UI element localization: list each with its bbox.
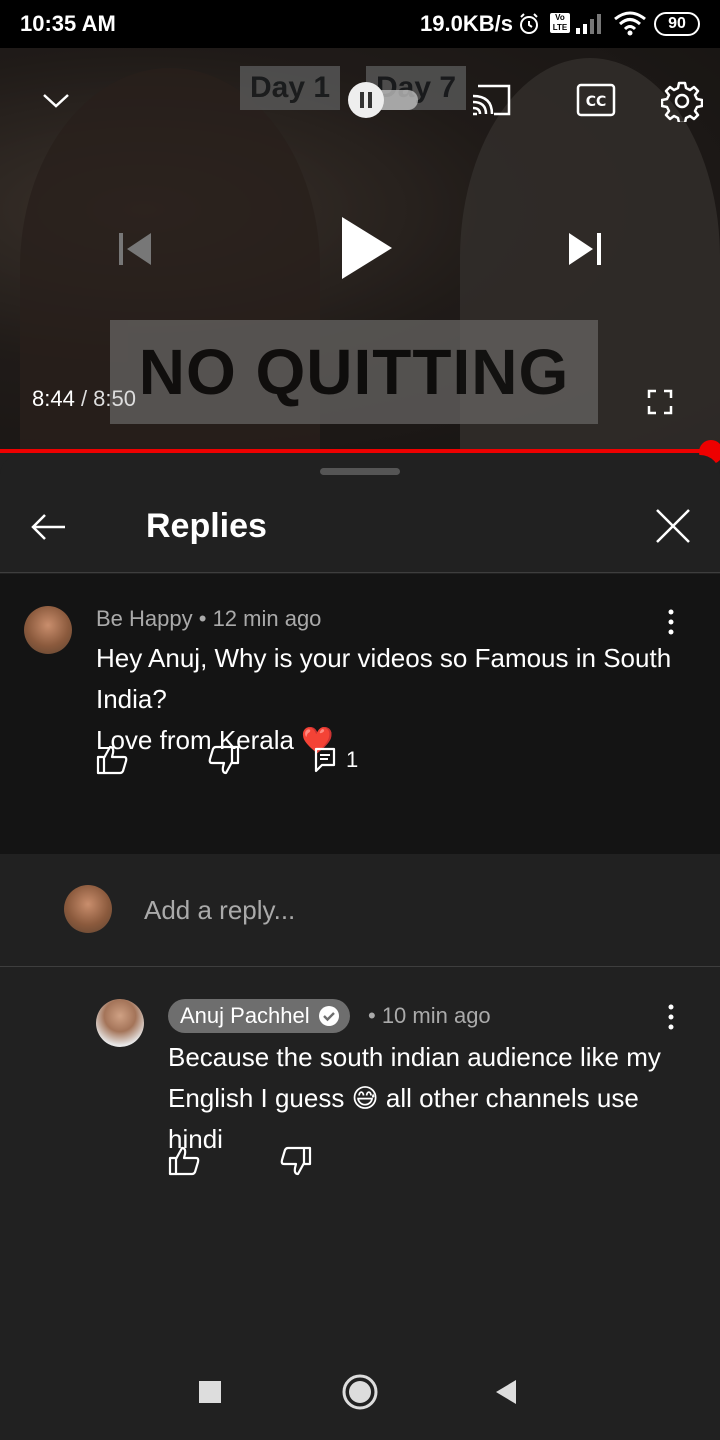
panel-title: Replies xyxy=(146,507,267,545)
reply-input[interactable]: Add a reply... xyxy=(144,895,295,926)
time-separator: / xyxy=(74,386,94,411)
alarm-icon xyxy=(520,13,538,34)
time-display: 8:44 / 8:50 xyxy=(32,386,136,412)
thumb-up-icon xyxy=(168,1146,200,1176)
gear-icon xyxy=(661,81,703,122)
cast-button[interactable] xyxy=(468,80,514,120)
network-speed: 19.0KB/s xyxy=(420,11,513,36)
more-vert-icon xyxy=(668,609,674,635)
current-time: 8:44 xyxy=(32,386,75,411)
recents-button[interactable] xyxy=(188,1370,232,1414)
autoplay-toggle[interactable] xyxy=(346,82,422,118)
comment-text-line: Love from Kerala ❤️ xyxy=(96,725,334,755)
comment-menu-button[interactable] xyxy=(656,602,686,642)
home-button[interactable] xyxy=(336,1368,384,1416)
close-button[interactable] xyxy=(648,501,698,551)
reply-menu-button[interactable] xyxy=(656,997,686,1037)
avatar xyxy=(64,885,112,933)
replies-panel: Replies Be Happy • 12 min ago Hey Anuj, … xyxy=(0,455,720,1440)
play-icon xyxy=(342,217,392,279)
dislike-button[interactable] xyxy=(280,1141,312,1181)
meta-separator: • xyxy=(192,606,213,631)
comment-icon xyxy=(314,747,336,773)
skip-previous-icon xyxy=(119,233,151,265)
battery-indicator: 90 xyxy=(654,12,700,36)
avatar[interactable] xyxy=(24,606,72,654)
reply-author: Anuj Pachhel xyxy=(180,1003,310,1028)
settings-button[interactable] xyxy=(658,78,706,124)
reply-count-button[interactable]: 1 xyxy=(314,740,358,780)
panel-header: Replies xyxy=(0,485,720,573)
signal-icon xyxy=(576,14,601,34)
like-button[interactable] xyxy=(168,1141,200,1181)
arrow-left-icon xyxy=(31,514,65,540)
like-button[interactable] xyxy=(96,740,128,780)
home-circle-icon xyxy=(342,1374,378,1410)
pause-icon xyxy=(360,92,372,108)
triangle-back-icon xyxy=(496,1380,516,1404)
system-nav-bar xyxy=(0,1344,720,1440)
square-icon xyxy=(199,1381,221,1403)
comment-author: Be Happy xyxy=(96,606,193,631)
avatar[interactable] xyxy=(96,999,144,1047)
status-bar: 10:35 AM 19.0KB/s Vo LTE 90 xyxy=(0,0,720,48)
comment-text: Hey Anuj, Why is your videos so Famous i… xyxy=(96,638,676,761)
video-player[interactable]: Day 1 Day 7 NO QUITTING CC 8:44 / 8:50 xyxy=(0,48,720,452)
back-button[interactable] xyxy=(24,503,72,551)
thumb-up-icon xyxy=(96,745,128,775)
progress-bar[interactable] xyxy=(0,449,712,453)
drag-handle[interactable] xyxy=(320,468,400,475)
wifi-icon xyxy=(614,11,646,36)
volte-icon: Vo LTE xyxy=(550,13,570,33)
total-time: 8:50 xyxy=(93,386,136,411)
thumb-down-icon xyxy=(208,745,240,775)
cc-icon: CC xyxy=(576,83,616,117)
autoplay-knob xyxy=(348,82,384,118)
fullscreen-icon xyxy=(647,389,673,415)
fullscreen-button[interactable] xyxy=(640,382,680,422)
reply-meta: • 10 min ago xyxy=(368,1003,491,1028)
chevron-down-icon xyxy=(43,94,69,108)
close-icon xyxy=(656,509,690,543)
add-reply-row[interactable]: Add a reply... xyxy=(0,855,720,967)
thumb-down-icon xyxy=(280,1146,312,1176)
previous-button[interactable] xyxy=(110,224,160,274)
play-button[interactable] xyxy=(330,208,402,288)
more-vert-icon xyxy=(668,1004,674,1030)
comment-text-line: Hey Anuj, Why is your videos so Famous i… xyxy=(96,643,672,714)
verified-check-icon xyxy=(318,1006,339,1026)
author-chip[interactable]: Anuj Pachhel xyxy=(168,999,350,1033)
system-back-button[interactable] xyxy=(484,1370,528,1414)
comment-meta: Be Happy • 12 min ago xyxy=(96,606,321,632)
next-button[interactable] xyxy=(560,224,610,274)
skip-next-icon xyxy=(569,233,601,265)
parent-comment: Be Happy • 12 min ago Hey Anuj, Why is y… xyxy=(0,574,720,854)
minimize-button[interactable] xyxy=(36,84,76,116)
cast-icon xyxy=(472,84,511,116)
reply-count: 1 xyxy=(346,747,359,772)
reply-comment: Anuj Pachhel • 10 min ago Because the so… xyxy=(0,967,720,1267)
comment-age: 12 min ago xyxy=(212,606,322,631)
reply-text: Because the south indian audience like m… xyxy=(168,1042,661,1154)
svg-text:CC: CC xyxy=(586,94,607,110)
status-time: 10:35 AM xyxy=(20,11,116,36)
captions-button[interactable]: CC xyxy=(574,80,618,120)
dislike-button[interactable] xyxy=(208,740,240,780)
